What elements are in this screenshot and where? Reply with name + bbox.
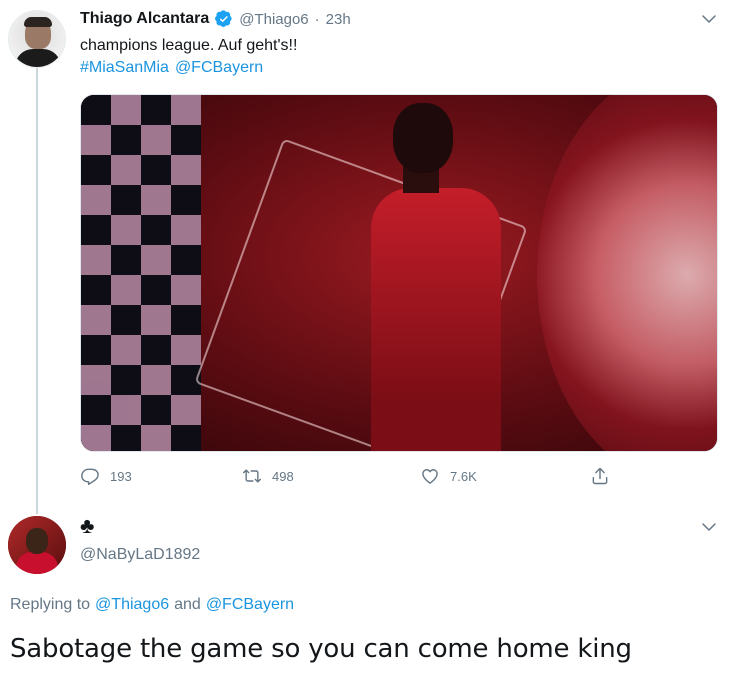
share-icon bbox=[592, 467, 608, 485]
like-button[interactable]: 7.6K bbox=[420, 466, 477, 486]
avatar-face bbox=[26, 528, 48, 554]
tweet-action-bar: 193 498 7.6K bbox=[80, 466, 640, 490]
replying-to-line: Replying to @Thiago6 and @FCBayern bbox=[10, 596, 294, 614]
chevron-down-icon[interactable] bbox=[700, 10, 718, 28]
heart-icon bbox=[422, 469, 438, 484]
tweet-timestamp[interactable]: 23h bbox=[326, 11, 351, 28]
thread-connector-line bbox=[36, 64, 38, 514]
separator-dot: · bbox=[314, 10, 320, 28]
replying-to-mention-1[interactable]: @Thiago6 bbox=[95, 596, 169, 614]
reply-count: 193 bbox=[110, 468, 132, 484]
reply-icon bbox=[81, 468, 99, 486]
hashtag-link[interactable]: #MiaSanMia bbox=[80, 59, 169, 77]
reply-tweet-text: Sabotage the game so you can come home k… bbox=[10, 634, 632, 664]
retweet-icon bbox=[242, 469, 262, 483]
retweet-count: 498 bbox=[272, 468, 294, 484]
replying-to-mention-2[interactable]: @FCBayern bbox=[206, 596, 294, 614]
author-handle[interactable]: @Thiago6 bbox=[239, 11, 308, 28]
reply-author-avatar[interactable] bbox=[8, 516, 66, 574]
avatar-hair bbox=[24, 17, 52, 27]
tweet-media-video[interactable] bbox=[80, 94, 718, 452]
chevron-down-icon[interactable] bbox=[700, 518, 718, 536]
media-player-figure bbox=[371, 103, 501, 451]
author-name[interactable]: Thiago Alcantara bbox=[80, 10, 209, 28]
player-head bbox=[393, 103, 453, 173]
tweet-tags: #MiaSanMia @FCBayern bbox=[80, 59, 263, 77]
verified-badge-icon bbox=[215, 10, 232, 27]
mention-link[interactable]: @FCBayern bbox=[175, 59, 263, 77]
reply-author-handle[interactable]: @NaByLaD1892 bbox=[80, 546, 200, 564]
reply-button[interactable]: 193 bbox=[80, 466, 132, 486]
share-button[interactable] bbox=[590, 466, 610, 486]
player-body bbox=[371, 188, 501, 451]
author-avatar[interactable] bbox=[8, 10, 66, 68]
avatar-shirt bbox=[16, 552, 58, 574]
media-diamond-pattern bbox=[81, 95, 201, 451]
replying-to-label: Replying to bbox=[10, 596, 91, 613]
avatar-shirt bbox=[15, 49, 61, 67]
replying-to-and: and bbox=[174, 596, 201, 613]
reply-author-name[interactable]: ♣ bbox=[80, 514, 94, 538]
retweet-button[interactable]: 498 bbox=[242, 466, 294, 486]
tweet-header: Thiago Alcantara @Thiago6 · 23h bbox=[80, 8, 351, 30]
like-count: 7.6K bbox=[450, 468, 477, 484]
tweet-text: champions league. Auf geht's!! bbox=[80, 37, 298, 54]
